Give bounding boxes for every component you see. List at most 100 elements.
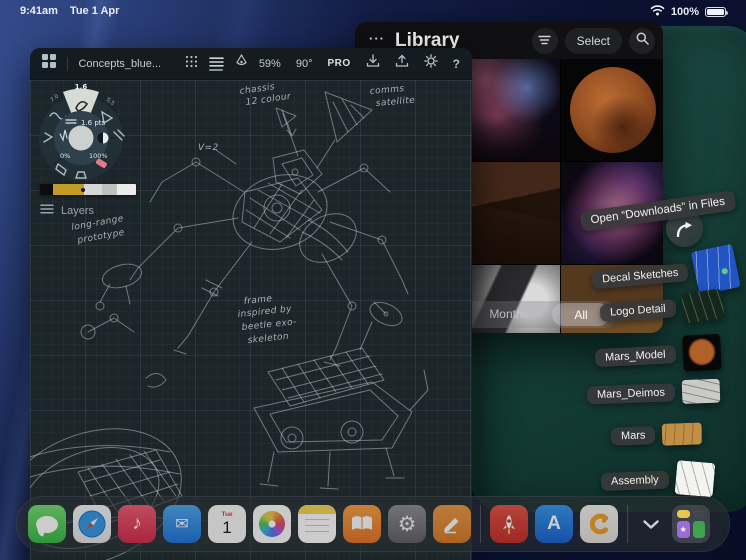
gear-icon: ⚙	[397, 512, 417, 536]
drag-thumbnail-assembly	[674, 460, 716, 498]
notes-header-bar	[298, 505, 336, 514]
rocket-app-icon[interactable]	[490, 505, 528, 543]
music-app-icon[interactable]: ♪	[118, 505, 156, 543]
mini-app-icon	[677, 510, 690, 518]
music-note-icon: ♪	[132, 513, 142, 534]
pen-icon	[444, 518, 459, 534]
drag-item-label: Mars_Model	[594, 345, 676, 368]
photo-thumbnail-mars-hills[interactable]	[458, 162, 560, 264]
zoom-level[interactable]: 59%	[259, 58, 281, 70]
ring-size-1: 7.0	[50, 93, 61, 103]
annotation-satellite: satellite	[375, 96, 415, 109]
annotation-skeleton: skeleton	[247, 332, 289, 346]
dock-divider	[627, 505, 628, 543]
more-icon[interactable]: ···	[369, 31, 385, 46]
selected-underline	[209, 68, 224, 71]
drawing-canvas[interactable]: chassis 12 colour comms satellite V=2 lo…	[30, 80, 472, 560]
appstore-app-icon[interactable]: A	[535, 505, 573, 543]
drag-item-label: Mars	[610, 426, 656, 446]
photos-flower-icon	[259, 511, 285, 537]
drag-thumbnail-logo	[680, 288, 725, 324]
swatch-gray[interactable]	[102, 184, 117, 195]
select-button[interactable]: Select	[564, 27, 622, 54]
mail-app-icon[interactable]: ✉	[163, 505, 201, 543]
safari-app-icon[interactable]	[73, 505, 111, 543]
photo-thumbnail-mars-globe[interactable]	[561, 59, 663, 161]
search-icon	[636, 32, 649, 50]
photo-thumbnail-nebula[interactable]	[458, 59, 560, 161]
active-size-badge: 1.6	[75, 83, 88, 91]
opacity-min-label: 0%	[60, 152, 70, 160]
gallery-grid-icon[interactable]	[42, 54, 56, 73]
swatch-white[interactable]	[117, 184, 136, 195]
rocket-icon	[503, 515, 515, 534]
import-icon[interactable]	[366, 54, 380, 73]
dots-grid-icon[interactable]	[185, 55, 198, 73]
segment-months[interactable]: Months	[479, 307, 539, 321]
swatch-light-gray[interactable]	[84, 184, 102, 195]
drag-item-mars-model[interactable]: Mars_Model	[594, 333, 722, 377]
layers-icon	[40, 204, 54, 217]
safari-compass-icon	[78, 510, 106, 538]
opacity-max-label: 100%	[89, 152, 108, 160]
pro-badge[interactable]: PRO	[327, 58, 350, 69]
drag-item-mars[interactable]: Mars	[610, 422, 703, 447]
books-app-icon[interactable]	[343, 505, 381, 543]
swatch-gold-selected[interactable]	[53, 184, 84, 195]
concepts-app-icon[interactable]	[580, 505, 618, 543]
forward-arrow-icon	[676, 221, 692, 237]
calendar-app-icon[interactable]: Tue 1	[208, 505, 246, 543]
selected-swatch-dot	[81, 187, 85, 192]
envelope-icon: ✉	[175, 516, 189, 533]
concepts-toolbar[interactable]: Concepts_blue... 59% 90° PRO ?	[30, 48, 472, 80]
list-lines-icon[interactable]	[209, 56, 224, 71]
drag-thumbnail-mars-sketch	[662, 422, 703, 446]
color-palette-bar[interactable]	[40, 184, 136, 195]
layers-control[interactable]: Layers	[40, 204, 94, 217]
photos-app-icon[interactable]	[253, 505, 291, 543]
annotation-beetle: beetle exo-	[241, 317, 297, 333]
gear-icon[interactable]	[423, 54, 438, 73]
drag-item-label: Decal Sketches	[591, 262, 690, 290]
date: Tue 1 Apr	[69, 5, 120, 17]
settings-app-icon[interactable]: ⚙	[388, 505, 426, 543]
annotation-v2: V=2	[198, 143, 219, 153]
help-button[interactable]: ?	[453, 57, 460, 71]
drag-item-assembly[interactable]: Assembly	[600, 460, 716, 499]
nib-icon[interactable]	[235, 53, 248, 73]
messages-app-icon[interactable]	[28, 505, 66, 543]
notes-app-icon[interactable]	[298, 505, 336, 543]
drag-item-label: Assembly	[600, 470, 669, 491]
clock: 9:41am	[20, 5, 58, 17]
dock-dismiss-button[interactable]	[637, 505, 665, 543]
layers-label: Layers	[61, 204, 95, 217]
drag-thumbnail-mars	[681, 333, 722, 372]
battery-percent: 100%	[670, 6, 699, 18]
color-well[interactable]	[68, 125, 94, 151]
appstore-a-icon: A	[547, 513, 561, 534]
battery-icon	[705, 7, 728, 17]
drag-item-mars-deimos[interactable]: Mars_Deimos	[586, 378, 721, 408]
status-bar: 9:41am Tue 1 Apr 100%	[0, 0, 746, 22]
draw-app-icon[interactable]	[433, 505, 471, 543]
mini-app-icon	[692, 510, 705, 518]
messages-bubble-icon	[36, 515, 58, 533]
drag-thumbnail-blueprint	[691, 243, 742, 296]
filter-button[interactable]	[531, 27, 558, 54]
ipad-screen: 9:41am Tue 1 Apr 100% ··· Library Select…	[0, 0, 746, 560]
drag-item-label: Logo Detail	[599, 299, 677, 323]
swatch-black[interactable]	[40, 184, 53, 195]
rotation-angle[interactable]: 90°	[296, 58, 313, 70]
stroke-size-label[interactable]: 1.6 pts	[81, 119, 106, 127]
search-button[interactable]	[629, 27, 655, 54]
export-icon[interactable]	[395, 54, 409, 73]
chevron-down-icon	[643, 519, 659, 529]
open-book-icon	[352, 516, 372, 530]
concepts-c-icon	[589, 513, 609, 535]
mini-app-icon	[692, 521, 705, 538]
dock: ♪ ✉ Tue 1 ⚙ A ★	[16, 496, 730, 552]
mars-sphere	[570, 67, 656, 153]
app-library-icon[interactable]: ★	[672, 505, 710, 543]
calendar-day: 1	[222, 517, 232, 537]
document-title[interactable]: Concepts_blue...	[78, 58, 161, 70]
